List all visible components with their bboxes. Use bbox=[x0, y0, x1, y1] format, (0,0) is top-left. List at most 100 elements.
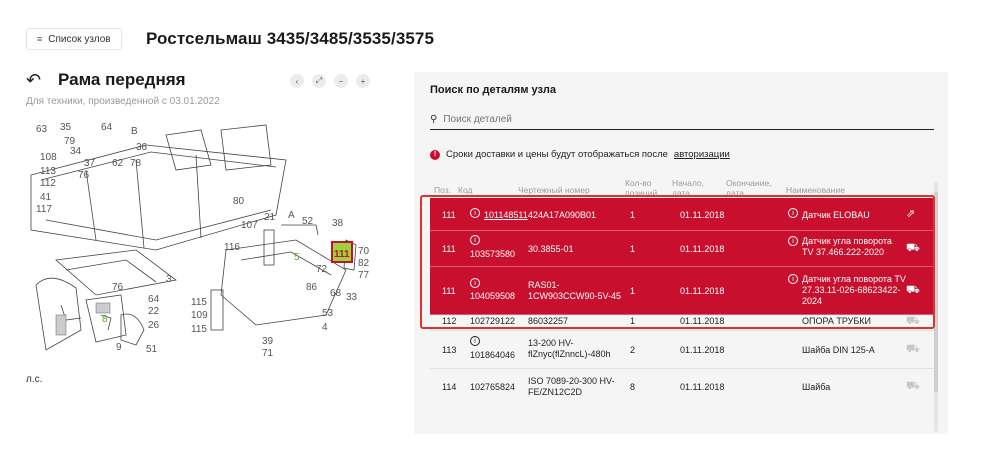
cart-icon[interactable]: ⛟ bbox=[906, 343, 920, 357]
parts-table: 111 i 101148511 424A17A090B01 1 01.11.20… bbox=[430, 198, 934, 405]
diagram-label[interactable]: 108 bbox=[40, 152, 57, 163]
col-name: Наименование bbox=[786, 185, 845, 195]
diagram-label[interactable]: 71 bbox=[262, 348, 274, 359]
info-icon[interactable]: i bbox=[470, 235, 480, 245]
table-row[interactable]: 111 i 101148511 424A17A090B01 1 01.11.20… bbox=[430, 198, 934, 231]
diagram-label[interactable]: 115 bbox=[191, 324, 207, 335]
diagram-label[interactable]: 9 bbox=[116, 342, 122, 353]
diagram-label[interactable]: 117 bbox=[36, 204, 52, 215]
diagram-label[interactable]: 21 bbox=[264, 212, 276, 223]
diagram-label[interactable]: 34 bbox=[70, 146, 82, 157]
diagram-label[interactable]: 107 bbox=[241, 220, 258, 231]
diagram-label[interactable]: 82 bbox=[358, 258, 370, 269]
table-row[interactable]: 113 i 101864046 13-200 HV-flZnyc(flZnncL… bbox=[430, 331, 934, 369]
row-code[interactable]: 101148511 bbox=[484, 210, 528, 220]
diagram-label[interactable]: A bbox=[288, 210, 295, 221]
auth-link[interactable]: авторизации bbox=[674, 149, 730, 160]
table-row[interactable]: 112 102729122 86032257 1 01.11.2018 ОПОР… bbox=[430, 315, 934, 331]
info-icon[interactable]: i bbox=[788, 236, 798, 246]
diagram-label[interactable]: 76 bbox=[112, 282, 124, 293]
diagram-label[interactable]: 112 bbox=[40, 178, 56, 189]
table-scrollbar[interactable] bbox=[934, 182, 938, 432]
assembly-title: Рама передняя bbox=[58, 70, 186, 89]
cart-icon[interactable]: ⛟ bbox=[906, 242, 920, 256]
zoom-in-icon[interactable]: + bbox=[356, 74, 370, 88]
info-icon[interactable]: i bbox=[470, 278, 480, 288]
row-qty: 1 bbox=[630, 316, 636, 326]
table-header: Поз. Код Чертежный номер Кол-во позиций … bbox=[414, 176, 934, 198]
back-arrow-icon[interactable]: ↶ bbox=[26, 70, 41, 91]
cart-icon[interactable]: ⛟ bbox=[906, 284, 920, 298]
diagram-label[interactable]: 109 bbox=[191, 310, 208, 321]
diagram-label[interactable]: 3 bbox=[166, 274, 172, 285]
diagram-label[interactable]: 4 bbox=[322, 322, 328, 333]
diagram-label[interactable]: 78 bbox=[130, 158, 142, 169]
info-icon[interactable]: i bbox=[788, 274, 798, 284]
col-drawing: Чертежный номер bbox=[518, 185, 590, 195]
diagram-label[interactable]: 86 bbox=[306, 282, 318, 293]
diagram-label[interactable]: 38 bbox=[332, 218, 344, 229]
row-drawing: ISO 7089-20-300 HV-FE/ZN12C2D bbox=[528, 376, 615, 397]
cart-icon[interactable]: ⛟ bbox=[906, 315, 920, 329]
node-list-button-label: Список узлов bbox=[48, 33, 111, 45]
diagram-label[interactable]: 63 bbox=[36, 124, 48, 135]
row-name: Датчик ELOBAU bbox=[802, 210, 870, 220]
diagram-label[interactable]: 52 bbox=[302, 216, 314, 227]
diagram-label[interactable]: 51 bbox=[146, 344, 158, 355]
col-qty-2: позиций bbox=[625, 188, 658, 198]
diagram-label[interactable]: 35 bbox=[60, 122, 72, 133]
diagram-label[interactable]: 80 bbox=[233, 196, 245, 207]
diagram-label[interactable]: B bbox=[131, 126, 138, 137]
diagram-label[interactable]: 33 bbox=[346, 292, 358, 303]
diagram-label[interactable]: 72 bbox=[316, 264, 328, 275]
diagram-label[interactable]: 37 bbox=[84, 158, 96, 169]
diagram-label[interactable]: 22 bbox=[148, 306, 160, 317]
diagram-label-highlighted[interactable]: 111 bbox=[334, 249, 350, 260]
zoom-out-icon[interactable]: − bbox=[334, 74, 348, 88]
diagram-label[interactable]: 26 bbox=[148, 320, 160, 331]
row-start: 01.11.2018 bbox=[680, 345, 725, 355]
node-list-button[interactable]: ≡ Список узлов bbox=[26, 28, 122, 50]
top-bar: ≡ Список узлов Ростсельмаш 3435/3485/353… bbox=[0, 0, 1000, 58]
diagram-label[interactable]: 8 bbox=[102, 314, 108, 325]
diagram-label[interactable]: 36 bbox=[136, 142, 148, 153]
diagram-label[interactable]: 62 bbox=[112, 158, 124, 169]
row-start: 01.11.2018 bbox=[680, 244, 725, 254]
assembly-subtitle: Для техники, произведенной с 03.01.2022 bbox=[26, 96, 220, 107]
page-title: Ростсельмаш 3435/3485/3535/3575 bbox=[146, 29, 435, 48]
diagram-label[interactable]: 115 bbox=[191, 297, 207, 308]
parts-search[interactable]: ⚲ bbox=[430, 110, 934, 130]
table-row[interactable]: 111 i 104059508 RAS01-1CW903CCW90-5V-45 … bbox=[430, 267, 934, 315]
info-icon[interactable]: i bbox=[788, 208, 798, 218]
diagram-label[interactable]: 64 bbox=[101, 122, 113, 133]
diagram-label[interactable]: 53 bbox=[322, 308, 334, 319]
parts-search-input[interactable] bbox=[443, 114, 744, 125]
diagram-label[interactable]: 77 bbox=[358, 270, 370, 281]
diagram-label[interactable]: 70 bbox=[358, 246, 370, 257]
prev-icon[interactable]: ‹ bbox=[290, 74, 304, 88]
diagram-footnote: л.с. bbox=[26, 374, 43, 385]
diagram-label[interactable]: 39 bbox=[262, 336, 274, 347]
diagram-label[interactable]: 68 bbox=[330, 288, 342, 299]
external-link-icon[interactable]: ⇗ bbox=[906, 207, 915, 220]
diagram-label[interactable]: 41 bbox=[40, 192, 52, 203]
row-pos: 111 bbox=[442, 244, 456, 254]
table-row[interactable]: 111 i 103573580 30.3855-01 1 01.11.2018 … bbox=[430, 231, 934, 267]
row-name: Шайба DIN 125-A bbox=[802, 345, 875, 355]
row-qty: 2 bbox=[630, 345, 636, 355]
diagram-label[interactable]: 116 bbox=[224, 242, 240, 253]
diagram-label[interactable]: 76 bbox=[78, 170, 90, 181]
cart-icon[interactable]: ⛟ bbox=[906, 380, 920, 394]
row-code: 102729122 bbox=[470, 316, 516, 326]
scroll-thumb[interactable] bbox=[934, 192, 938, 392]
info-icon[interactable]: i bbox=[470, 336, 480, 346]
expand-icon[interactable]: ⤢ bbox=[312, 74, 326, 88]
diagram-label[interactable]: 113 bbox=[40, 166, 56, 177]
row-start: 01.11.2018 bbox=[680, 286, 725, 296]
info-icon[interactable]: i bbox=[470, 208, 480, 218]
table-row[interactable]: 114 102765824 ISO 7089-20-300 HV-FE/ZN12… bbox=[430, 369, 934, 405]
parts-diagram[interactable]: 63 35 79 64 B 36 108 34 37 62 78 113 76 … bbox=[26, 120, 386, 370]
diagram-label[interactable]: 5 bbox=[294, 252, 300, 263]
diagram-label[interactable]: 64 bbox=[148, 294, 160, 305]
row-pos: 111 bbox=[442, 286, 456, 296]
